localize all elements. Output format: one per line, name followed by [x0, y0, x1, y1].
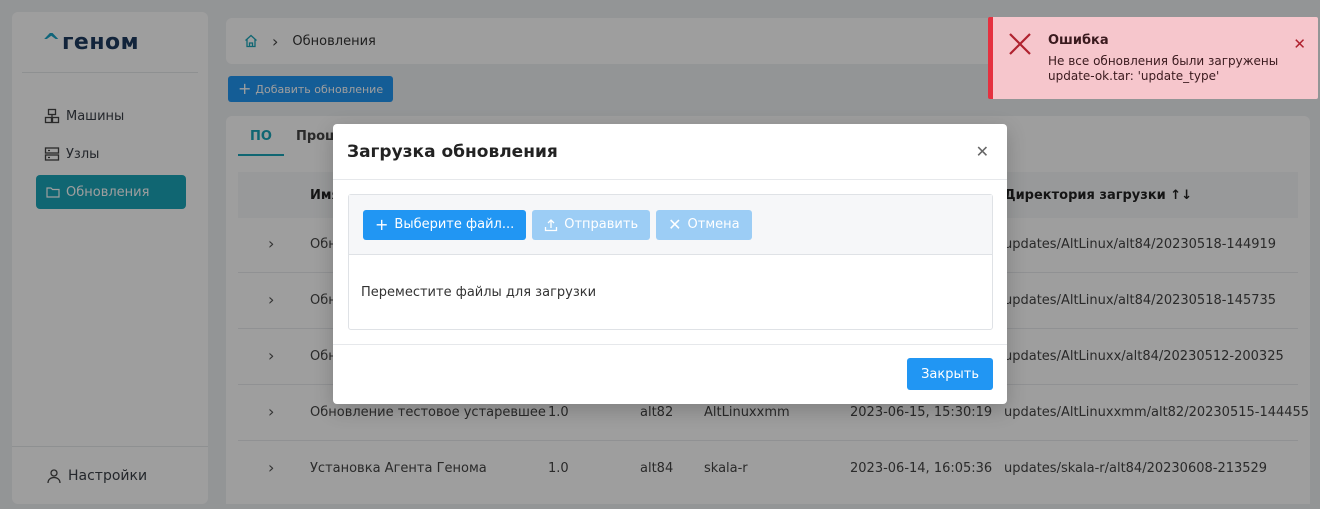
- dialog-title: Загрузка обновления: [333, 124, 1007, 180]
- upload-dialog: Загрузка обновления ✕ + Выберите файл...…: [333, 124, 1007, 404]
- toast-close-icon[interactable]: ✕: [1293, 35, 1306, 53]
- close-button[interactable]: Закрыть: [907, 358, 993, 390]
- dialog-footer: Закрыть: [333, 344, 1007, 404]
- drop-zone-text[interactable]: Переместите файлы для загрузки: [361, 285, 596, 300]
- upload-label: Отправить: [564, 217, 639, 232]
- file-uploader: + Выберите файл... Отправить ✕ Отмена Пе…: [348, 194, 993, 330]
- cancel-button[interactable]: ✕ Отмена: [656, 209, 752, 240]
- toast-title: Ошибка: [1048, 33, 1109, 48]
- upload-button[interactable]: Отправить: [532, 209, 651, 240]
- close-icon: ✕: [668, 214, 682, 234]
- toast-message: Не все обновления были загружены update-…: [1048, 54, 1279, 83]
- cancel-label: Отмена: [687, 217, 740, 232]
- uploader-toolbar: + Выберите файл... Отправить ✕ Отмена: [349, 195, 992, 255]
- error-icon: [1009, 33, 1031, 55]
- error-toast: Ошибка Не все обновления были загружены …: [988, 17, 1318, 99]
- choose-file-label: Выберите файл...: [394, 217, 515, 232]
- choose-file-button[interactable]: + Выберите файл...: [363, 209, 527, 240]
- plus-icon: +: [375, 214, 389, 234]
- upload-icon: [545, 218, 558, 231]
- close-icon[interactable]: ✕: [976, 142, 989, 161]
